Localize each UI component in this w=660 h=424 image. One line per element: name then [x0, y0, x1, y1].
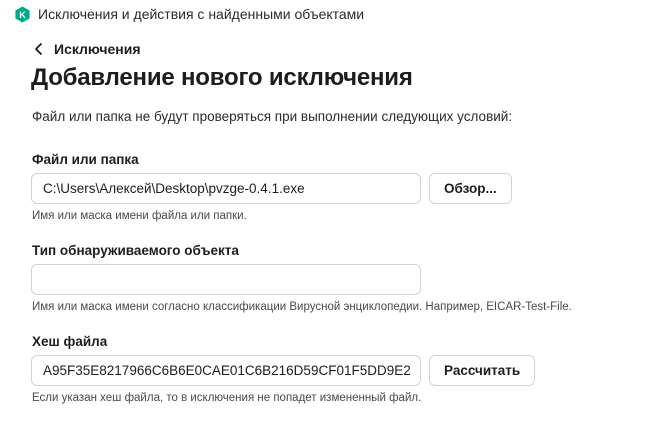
calculate-hash-button[interactable]: Рассчитать — [429, 355, 536, 386]
title-bar: K Исключения и действия с найденными объ… — [0, 0, 660, 30]
object-type-input[interactable] — [31, 264, 421, 295]
object-type-hint: Имя или маска имени согласно классификац… — [32, 301, 572, 313]
back-link-label: Исключения — [54, 41, 141, 57]
chevron-left-icon — [35, 43, 42, 55]
file-hash-label: Хеш файла — [32, 334, 108, 349]
back-link[interactable]: Исключения — [33, 39, 141, 59]
browse-button[interactable]: Обзор... — [429, 173, 512, 204]
page-description: Файл или папка не будут проверяться при … — [32, 109, 513, 124]
file-or-folder-hint: Имя или маска имени файла или папки. — [32, 210, 247, 222]
svg-text:K: K — [19, 10, 26, 20]
file-hash-input[interactable]: A95F35E8217966C6B6E0CAE01C6B216D59CF01F5… — [31, 355, 421, 386]
window-title: Исключения и действия с найденными объек… — [38, 6, 365, 22]
file-or-folder-label: Файл или папка — [32, 152, 139, 167]
file-or-folder-input[interactable]: C:\Users\Алексей\Desktop\pvzge-0.4.1.exe — [31, 173, 421, 204]
page-title: Добавление нового исключения — [31, 64, 413, 91]
kaspersky-logo-icon: K — [15, 6, 30, 23]
object-type-label: Тип обнаруживаемого объекта — [32, 243, 239, 258]
file-hash-hint: Если указан хеш файла, то в исключения н… — [32, 392, 422, 404]
